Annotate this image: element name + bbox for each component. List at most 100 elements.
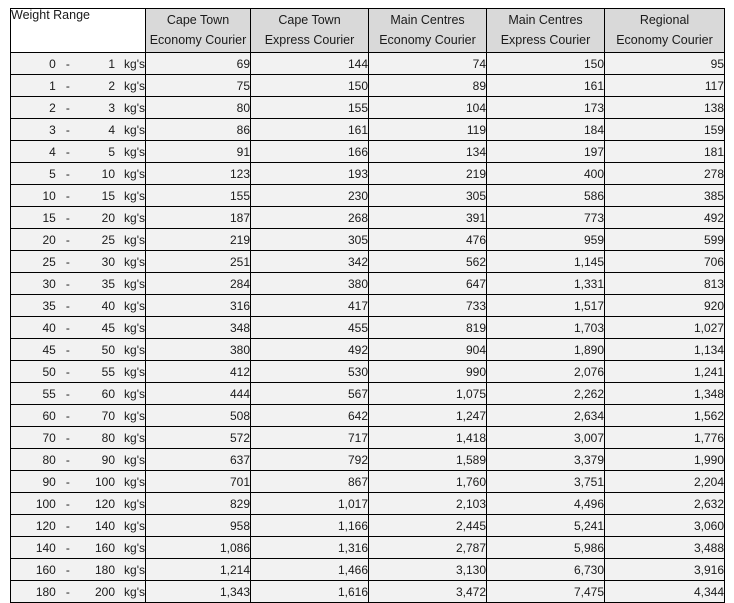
rate-cell: 1,075 [368, 382, 487, 405]
weight-range-separator: - [65, 584, 70, 599]
weight-range-separator: - [65, 342, 70, 357]
weight-range-to: 70 [101, 408, 116, 423]
weight-range-from: 10 [42, 188, 56, 203]
rate-cell: 2,787 [368, 536, 487, 559]
rate-cell: 958 [145, 514, 251, 537]
weight-range-from: 120 [35, 518, 56, 533]
rate-cell: 161 [250, 118, 369, 141]
rate-cell: 476 [368, 228, 487, 251]
weight-range-from: 30 [42, 276, 56, 291]
column-header-regional-economy-courier: Regional Economy Courier [604, 8, 725, 53]
rate-cell: 134 [368, 140, 487, 163]
column-header-line1: Cape Town [166, 13, 230, 28]
rate-cell: 385 [604, 184, 725, 207]
rate-cell: 2,204 [604, 470, 725, 493]
rate-cell: 400 [486, 162, 605, 185]
rate-cell: 1,017 [250, 492, 369, 515]
courier-rate-table-container: Weight Range Cape Town Economy Courier C… [10, 8, 725, 603]
weight-range-unit: kg's [124, 56, 145, 71]
rate-cell: 173 [486, 96, 605, 119]
table-row: 20- 25 kg's 219 305 476 959 599 [10, 228, 725, 251]
rate-cell: 284 [145, 272, 251, 295]
weight-range-from: 15 [42, 210, 56, 225]
weight-range-from: 180 [35, 584, 56, 599]
column-header-line2: Express Courier [500, 32, 591, 47]
weight-range-to: 200 [95, 584, 116, 599]
weight-range-from: 4 [49, 144, 56, 159]
weight-range-cell: 60- 70 kg's [10, 404, 146, 427]
column-header-line1: Main Centres [508, 13, 583, 28]
weight-range-separator: - [65, 100, 70, 115]
rate-cell: 562 [368, 250, 487, 273]
rate-cell: 3,379 [486, 448, 605, 471]
weight-range-unit: kg's [124, 364, 145, 379]
courier-rate-table: Weight Range Cape Town Economy Courier C… [10, 8, 725, 603]
table-row: 120- 140 kg's 958 1,166 2,445 5,241 3,060 [10, 514, 725, 537]
rate-cell: 91 [145, 140, 251, 163]
weight-range-cell: 40- 45 kg's [10, 316, 146, 339]
rate-cell: 492 [604, 206, 725, 229]
table-row: 180- 200 kg's 1,343 1,616 3,472 7,475 4,344 [10, 580, 725, 603]
rate-cell: 155 [250, 96, 369, 119]
column-header-line2: Economy Courier [149, 32, 247, 47]
weight-range-from: 70 [42, 430, 56, 445]
table-row: 55- 60 kg's 444 567 1,075 2,262 1,348 [10, 382, 725, 405]
weight-range-from: 90 [42, 474, 56, 489]
rate-cell: 1,343 [145, 580, 251, 603]
rate-cell: 904 [368, 338, 487, 361]
weight-range-unit: kg's [124, 166, 145, 181]
rate-cell: 3,472 [368, 580, 487, 603]
rate-cell: 187 [145, 206, 251, 229]
table-row: 3- 4 kg's 86 161 119 184 159 [10, 118, 725, 141]
table-row: 50- 55 kg's 412 530 990 2,076 1,241 [10, 360, 725, 383]
column-header-line2: Express Courier [264, 32, 355, 47]
weight-range-unit: kg's [124, 100, 145, 115]
table-row: 160- 180 kg's 1,214 1,466 3,130 6,730 3,916 [10, 558, 725, 581]
rate-cell: 508 [145, 404, 251, 427]
rate-cell: 197 [486, 140, 605, 163]
weight-range-cell: 160- 180 kg's [10, 558, 146, 581]
weight-range-unit: kg's [124, 452, 145, 467]
column-header-line2: Economy Courier [379, 32, 476, 47]
weight-range-cell: 5- 10 kg's [10, 162, 146, 185]
weight-range-cell: 4- 5 kg's [10, 140, 146, 163]
rate-cell: 150 [250, 74, 369, 97]
weight-range-cell: 1- 2 kg's [10, 74, 146, 97]
rate-cell: 599 [604, 228, 725, 251]
rate-cell: 117 [604, 74, 725, 97]
rate-cell: 586 [486, 184, 605, 207]
weight-range-from: 2 [49, 100, 56, 115]
weight-range-to: 60 [101, 386, 116, 401]
weight-range-to: 45 [101, 320, 116, 335]
weight-range-separator: - [65, 408, 70, 423]
rate-cell: 123 [145, 162, 251, 185]
weight-range-unit: kg's [124, 78, 145, 93]
weight-range-cell: 0- 1 kg's [10, 52, 146, 75]
weight-range-separator: - [65, 188, 70, 203]
column-header-line1: Cape Town [278, 13, 341, 28]
rate-cell: 706 [604, 250, 725, 273]
weight-range-separator: - [65, 254, 70, 269]
weight-range-separator: - [65, 518, 70, 533]
rate-cell: 166 [250, 140, 369, 163]
rate-cell: 819 [368, 316, 487, 339]
rate-cell: 3,007 [486, 426, 605, 449]
rate-cell: 380 [250, 272, 369, 295]
rate-cell: 701 [145, 470, 251, 493]
table-row: 40- 45 kg's 348 455 819 1,703 1,027 [10, 316, 725, 339]
rate-cell: 159 [604, 118, 725, 141]
rate-cell: 74 [368, 52, 487, 75]
table-row: 10- 15 kg's 155 230 305 586 385 [10, 184, 725, 207]
table-row: 30- 35 kg's 284 380 647 1,331 813 [10, 272, 725, 295]
weight-range-unit: kg's [124, 562, 145, 577]
rate-cell: 305 [250, 228, 369, 251]
table-row: 100- 120 kg's 829 1,017 2,103 4,496 2,632 [10, 492, 725, 515]
rate-cell: 391 [368, 206, 487, 229]
weight-range-separator: - [65, 276, 70, 291]
rate-cell: 2,262 [486, 382, 605, 405]
column-header-main-centres-express-courier: Main Centres Express Courier [486, 8, 605, 53]
rate-cell: 155 [145, 184, 251, 207]
weight-range-cell: 20- 25 kg's [10, 228, 146, 251]
rate-cell: 2,076 [486, 360, 605, 383]
weight-range-from: 60 [42, 408, 56, 423]
